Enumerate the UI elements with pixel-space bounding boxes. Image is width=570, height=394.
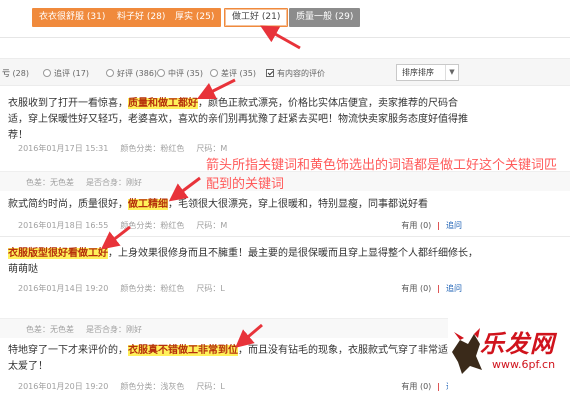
review-meta-3: 2016年01月14日 19:20 颜色分类：粉红色 尺码：L bbox=[18, 284, 225, 293]
review-filter-bar: 亏 (28) 追评 (17) 好评 (386) 中评 (35) 差评 (35) … bbox=[0, 58, 570, 86]
useful-button[interactable]: 有用 (0) bbox=[401, 221, 431, 230]
tag-good-fabric[interactable]: 料子好 (28) bbox=[110, 8, 173, 27]
reply-link[interactable]: 追问 bbox=[446, 284, 462, 293]
useful-button[interactable]: 有用 (0) bbox=[401, 284, 431, 293]
radio-icon bbox=[106, 69, 114, 77]
tag-thick[interactable]: 厚实 (25) bbox=[168, 8, 222, 27]
chevron-down-icon: ▼ bbox=[445, 65, 458, 80]
keyword-highlight: 做工精细 bbox=[128, 199, 168, 210]
watermark-url: www.6pf.cn bbox=[492, 358, 556, 371]
divider bbox=[0, 236, 570, 237]
review-text-4: 特地穿了一下才来评价的，衣服真不错做工非常到位，而且没有钻毛的现象，衣服款式气穿… bbox=[8, 345, 468, 372]
tag-average-quality[interactable]: 质量一般 (29) bbox=[289, 8, 361, 27]
filter-has-content[interactable]: 有内容的评价 bbox=[266, 68, 325, 79]
radio-icon bbox=[43, 69, 51, 77]
filter-all-count[interactable]: 亏 (28) bbox=[2, 68, 29, 79]
review-text-3: 衣服版型很好看做工好，上身效果很修身而且不臃重！最主要的是很保暖而且穿上显得整个… bbox=[8, 248, 478, 275]
radio-icon bbox=[210, 69, 218, 77]
filter-medium[interactable]: 中评 (35) bbox=[157, 68, 203, 79]
tag-good-workmanship[interactable]: 做工好 (21) bbox=[224, 8, 289, 27]
reply-link[interactable]: 追问 bbox=[446, 221, 462, 230]
review-text-1: 衣服收到了打开一看惊喜，质量和做工都好，颜色正款式漂亮，价格比实体店便宜，卖家推… bbox=[8, 98, 468, 141]
divider bbox=[0, 37, 570, 38]
keyword-highlight: 质量和做工都好 bbox=[128, 98, 198, 109]
tag-comfortable[interactable]: 衣衣很舒服 (31) bbox=[32, 8, 113, 27]
keyword-highlight: 衣服真不错做工非常到位 bbox=[128, 345, 238, 356]
radio-icon bbox=[157, 69, 165, 77]
keyword-highlight: 衣服版型很好看做工好 bbox=[8, 248, 108, 259]
filter-bad[interactable]: 差评 (35) bbox=[210, 68, 256, 79]
watermark-title: 乐发网 bbox=[480, 329, 555, 358]
review-meta-4: 2016年01月20日 19:20 颜色分类：浅灰色 尺码：L bbox=[18, 382, 225, 391]
review-tag-bar: 衣衣很舒服 (31) 料子好 (28) 厚实 (25) 做工好 (21) 质量一… bbox=[0, 0, 570, 36]
useful-button[interactable]: 有用 (0) bbox=[401, 382, 431, 391]
review-text-2: 款式简约时尚，质量很好，做工精细，毛领很大很漂亮，穿上很暖和，特别显瘦，同事都说… bbox=[8, 199, 428, 210]
filter-good[interactable]: 好评 (386) bbox=[106, 68, 157, 79]
review-meta-1: 2016年01月17日 15:31 颜色分类：粉红色 尺码：M bbox=[18, 144, 228, 153]
review-actions-2: 有用 (0) | 追问 bbox=[401, 221, 462, 230]
sort-dropdown[interactable]: 排序排序 ▼ bbox=[396, 64, 459, 81]
checkbox-icon bbox=[266, 69, 274, 77]
filter-append[interactable]: 追评 (17) bbox=[43, 68, 89, 79]
review-actions-3: 有用 (0) | 追问 bbox=[401, 284, 462, 293]
review-meta-2: 2016年01月18日 16:55 颜色分类：粉红色 尺码：M bbox=[18, 221, 228, 230]
annotation-note: 箭头所指关键词和黄色饰选出的词语都是做工好这个关键词匹配到的关键词 bbox=[206, 158, 558, 192]
